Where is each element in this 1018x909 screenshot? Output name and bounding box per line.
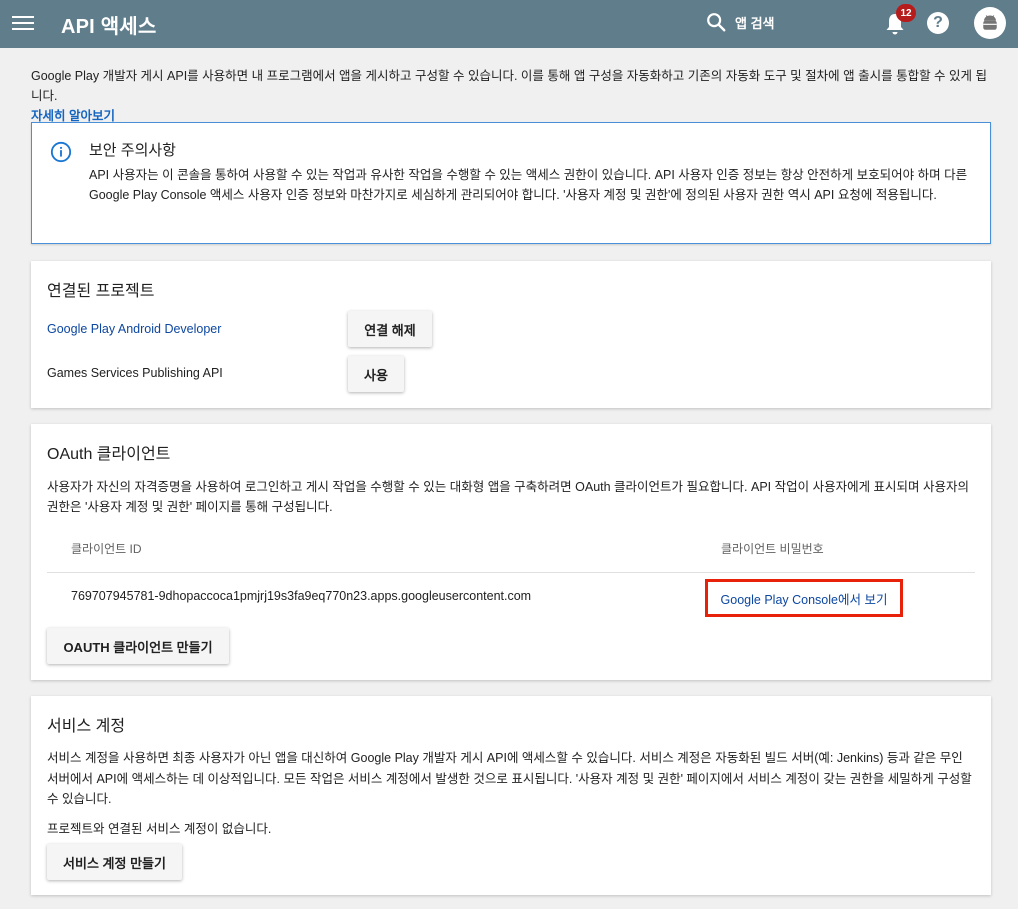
top-app-bar: API 액세스 앱 검색 12 ? [0,0,1018,48]
help-icon[interactable]: ? [927,12,949,34]
intro-text: Google Play 개발자 게시 API를 사용하면 내 프로그램에서 앱을… [31,69,987,103]
service-accounts-empty-text: 프로젝트와 연결된 서비스 계정이 없습니다. [47,822,272,836]
column-header-client-id: 클라이언트 ID [71,542,142,556]
intro-section: Google Play 개발자 게시 API를 사용하면 내 프로그램에서 앱을… [31,66,993,126]
info-icon [50,141,72,163]
avatar[interactable] [974,7,1006,39]
service-accounts-title: 서비스 계정 [47,718,126,735]
view-in-play-console-link[interactable]: Google Play Console에서 보기 [705,579,903,617]
use-button[interactable]: 사용 [348,356,404,392]
column-header-client-secret: 클라이언트 비밀번호 [721,542,824,556]
oauth-clients-card: OAuth 클라이언트 사용자가 자신의 자격증명을 사용하여 로그인하고 게시… [31,424,991,680]
notice-body: API 사용자는 이 콘솔을 통하여 사용할 수 있는 작업과 유사한 작업을 … [89,168,968,202]
unlink-button[interactable]: 연결 해제 [348,311,432,347]
client-id-value: 769707945781-9dhopaccoca1pmjrj19s3fa9eq7… [71,589,532,603]
security-notice: 보안 주의사항 API 사용자는 이 콘솔을 통하여 사용할 수 있는 작업과 … [31,122,991,244]
linked-projects-card: 연결된 프로젝트 Google Play Android Developer 연… [31,261,991,408]
service-accounts-card: 서비스 계정 서비스 계정을 사용하면 최종 사용자가 아닌 앱을 대신하여 G… [31,696,991,895]
search-icon [707,13,726,32]
create-service-account-button[interactable]: 서비스 계정 만들기 [47,844,182,880]
divider [47,572,975,573]
oauth-title: OAuth 클라이언트 [47,446,171,463]
notice-title: 보안 주의사항 [89,142,176,159]
project-name-games-services: Games Services Publishing API [47,366,223,380]
notification-badge: 12 [896,4,916,22]
menu-icon[interactable] [12,13,34,35]
app-search-button[interactable]: 앱 검색 [705,11,775,33]
search-label: 앱 검색 [735,15,775,31]
oauth-description: 사용자가 자신의 자격증명을 사용하여 로그인하고 게시 작업을 수행할 수 있… [47,480,970,514]
project-name-android-developer[interactable]: Google Play Android Developer [47,322,221,336]
linked-projects-title: 연결된 프로젝트 [47,283,155,300]
service-accounts-description: 서비스 계정을 사용하면 최종 사용자가 아닌 앱을 대신하여 Google P… [47,751,972,806]
avatar-icon [983,15,997,30]
page-title: API 액세스 [61,16,157,38]
create-oauth-client-button[interactable]: OAUTH 클라이언트 만들기 [47,628,229,664]
